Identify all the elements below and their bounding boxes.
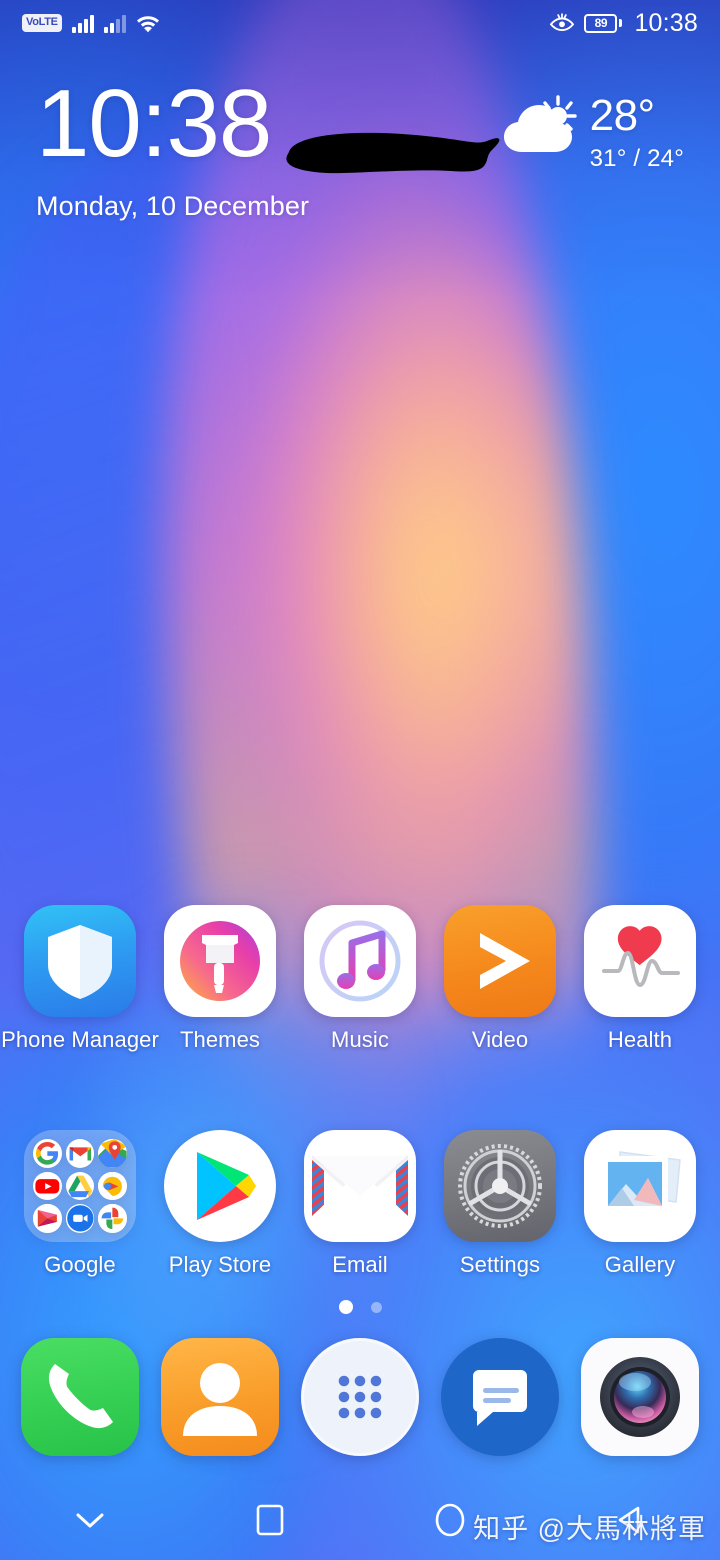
status-bar: VoLTE 89 10:38	[0, 0, 720, 46]
dock-item-app-drawer[interactable]	[294, 1338, 426, 1456]
phone-home-screen: VoLTE 89 10:38 10:38 Monday, 10 December…	[0, 0, 720, 1560]
app-label: Video	[471, 1027, 529, 1052]
app-drawer-icon[interactable]	[301, 1338, 419, 1456]
back-triangle-icon[interactable]	[612, 1502, 648, 1538]
volte-badge: VoLTE	[22, 14, 62, 32]
phone-icon[interactable]	[21, 1338, 139, 1456]
page-dot-2[interactable]	[370, 1301, 382, 1313]
redacted-location-blob	[286, 132, 500, 174]
dock-item-messages[interactable]	[434, 1338, 566, 1456]
messages-icon[interactable]	[441, 1338, 559, 1456]
signal-strength-sim1-icon	[71, 14, 94, 33]
photos-icon	[98, 1204, 127, 1233]
status-bar-clock: 10:38	[634, 8, 698, 37]
play-store-icon[interactable]	[164, 1130, 276, 1242]
app-grid: Phone Manager Themes Music Video Health …	[0, 905, 720, 1278]
maps-icon	[98, 1139, 127, 1168]
themes-icon[interactable]	[164, 905, 276, 1017]
assistant-icon	[98, 1171, 127, 1201]
partly-cloudy-icon	[500, 94, 582, 158]
dock	[0, 1338, 720, 1456]
gmail-icon	[65, 1139, 95, 1168]
youtube-icon	[33, 1171, 62, 1201]
battery-percent-label: 89	[594, 16, 608, 30]
settings-icon[interactable]	[444, 1130, 556, 1242]
home-button[interactable]	[360, 1480, 540, 1560]
app-label: Settings	[459, 1252, 541, 1277]
google-search-icon	[33, 1139, 62, 1168]
play-movies-icon	[33, 1204, 62, 1233]
signal-strength-sim2-icon	[103, 14, 126, 33]
weather-high-low: 31° / 24°	[589, 145, 684, 172]
contacts-icon[interactable]	[161, 1338, 279, 1456]
chevron-down-icon[interactable]	[70, 1506, 110, 1534]
duo-icon	[65, 1204, 95, 1233]
page-dot-1[interactable]	[338, 1300, 353, 1314]
widget-date: Monday, 10 December	[36, 191, 310, 222]
square-icon[interactable]	[252, 1502, 288, 1538]
app-label: Google	[44, 1252, 116, 1277]
app-label: Email	[332, 1252, 388, 1277]
app-label: Phone Manager	[1, 1027, 159, 1052]
phone-manager-icon[interactable]	[24, 905, 136, 1017]
google-folder-icon[interactable]	[24, 1130, 136, 1242]
health-icon[interactable]	[584, 905, 696, 1017]
battery-indicator: 89	[584, 13, 623, 33]
app-label: Gallery	[604, 1252, 676, 1277]
hide-navbar-button[interactable]	[0, 1480, 180, 1560]
circle-icon[interactable]	[431, 1501, 469, 1539]
email-icon[interactable]	[304, 1130, 416, 1242]
app-music[interactable]: Music	[294, 905, 426, 1053]
app-label: Music	[331, 1027, 389, 1052]
weather-widget[interactable]: 28° 31° / 24°	[500, 78, 684, 173]
music-icon[interactable]	[304, 905, 416, 1017]
drive-icon	[65, 1171, 95, 1201]
camera-icon[interactable]	[581, 1338, 699, 1456]
wifi-icon	[136, 13, 160, 33]
dock-item-camera[interactable]	[574, 1338, 706, 1456]
app-themes[interactable]: Themes	[154, 905, 286, 1053]
app-email[interactable]: Email	[294, 1130, 426, 1278]
app-label: Play Store	[168, 1252, 272, 1277]
widget-time: 10:38	[36, 70, 272, 177]
dock-item-phone[interactable]	[14, 1338, 146, 1456]
navigation-bar	[0, 1480, 720, 1560]
clock-widget-left[interactable]: 10:38 Monday, 10 December	[36, 70, 500, 222]
app-google-folder[interactable]: Google	[14, 1130, 146, 1278]
app-settings[interactable]: Settings	[434, 1130, 566, 1278]
weather-current-temp: 28°	[589, 91, 656, 140]
clock-weather-widget[interactable]: 10:38 Monday, 10 December 28° 31° / 24°	[0, 70, 720, 222]
back-button[interactable]	[540, 1480, 720, 1560]
app-row-1: Phone Manager Themes Music Video Health	[0, 905, 720, 1053]
app-phone-manager[interactable]: Phone Manager	[1, 905, 159, 1053]
app-gallery[interactable]: Gallery	[574, 1130, 706, 1278]
dock-item-contacts[interactable]	[154, 1338, 286, 1456]
app-video[interactable]: Video	[434, 905, 566, 1053]
volte-label: VoLTE	[26, 16, 58, 28]
app-label: Health	[607, 1027, 673, 1052]
app-health[interactable]: Health	[574, 905, 706, 1053]
app-play-store[interactable]: Play Store	[154, 1130, 286, 1278]
app-label: Themes	[179, 1027, 261, 1052]
video-icon[interactable]	[444, 905, 556, 1017]
wallpaper	[0, 0, 720, 1560]
recents-button[interactable]	[180, 1480, 360, 1560]
gallery-icon[interactable]	[584, 1130, 696, 1242]
eye-comfort-icon	[549, 13, 575, 33]
app-row-2: Google Play Store Email Settings Gallery	[0, 1130, 720, 1278]
page-indicator[interactable]	[0, 1300, 720, 1314]
